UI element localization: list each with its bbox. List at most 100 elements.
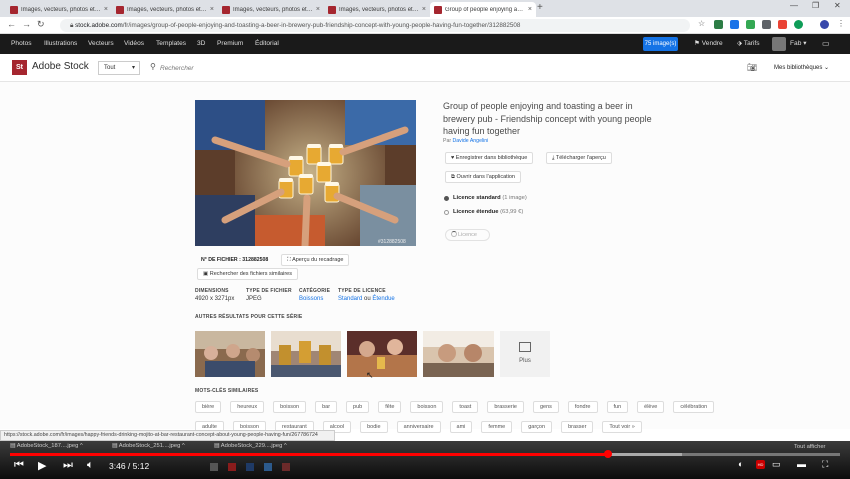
window-close-icon[interactable]: ✕ [834, 1, 841, 10]
volume-icon[interactable]: 🔈︎ [87, 459, 94, 472]
download-item[interactable]: ▤ AdobeStock_251....jpeg ^ [112, 443, 185, 449]
show-all-downloads[interactable]: Tout afficher [794, 444, 825, 450]
close-icon[interactable]: × [528, 6, 532, 13]
see-all-keywords-button[interactable]: Tout voir » [602, 421, 642, 433]
keyword-chip[interactable]: bodie [360, 421, 388, 433]
keyword-chip[interactable]: toast [452, 401, 479, 413]
keyword-chip[interactable]: garçon [521, 421, 553, 433]
license-extended-label[interactable]: Licence étendue (63,99 €) [453, 209, 523, 215]
series-thumbnail[interactable] [423, 331, 494, 377]
user-menu[interactable]: Fab ▾ [790, 34, 807, 54]
sell-link[interactable]: ⚑ Vendre [694, 34, 723, 54]
close-icon[interactable]: × [104, 6, 108, 13]
adobe-stock-logo[interactable]: St [12, 60, 27, 75]
keyword-chip[interactable]: gens [532, 401, 559, 413]
series-thumbnail[interactable] [347, 331, 417, 377]
menu-kebab-icon[interactable]: ⋮ [837, 19, 845, 28]
close-icon[interactable]: × [316, 6, 320, 13]
user-avatar[interactable] [772, 37, 786, 51]
keyword-chip[interactable]: boisson [273, 401, 307, 413]
extension-icon[interactable] [794, 20, 803, 29]
nav-vectors[interactable]: Vecteurs [88, 34, 114, 54]
video-scrubber-handle[interactable] [603, 450, 612, 458]
close-icon[interactable]: × [210, 6, 214, 13]
keyword-chip[interactable]: anniversaire [396, 421, 441, 433]
save-to-library-button[interactable]: ♥ Enregistrer dans bibliothèque [445, 152, 534, 164]
address-bar[interactable]: 🔒︎ stock.adobe.com/fr/images/group-of-pe… [60, 19, 690, 32]
browser-tab[interactable]: Images, vecteurs, photos et vidé...× [112, 2, 218, 17]
back-icon[interactable]: ← [7, 19, 16, 29]
reload-icon[interactable]: ↻ [37, 19, 45, 30]
new-tab-icon[interactable]: + [537, 2, 543, 13]
keyword-chip[interactable]: heureux [230, 401, 265, 413]
subtitles-icon[interactable]: ▭ [772, 459, 781, 470]
browser-tab[interactable]: Images, vecteurs, photos et vidé...× [324, 2, 430, 17]
extension-icon[interactable] [746, 20, 755, 29]
keyword-chip[interactable]: bar [315, 401, 338, 413]
license-extended-link[interactable]: Étendue [372, 296, 394, 302]
forward-icon[interactable]: → [22, 19, 31, 29]
close-icon[interactable]: × [422, 6, 426, 13]
crop-preview-button[interactable]: ⛶ Aperçu du recadrage [281, 254, 350, 266]
extension-icon[interactable] [730, 20, 739, 29]
content-type-select[interactable]: Tout ▾ [98, 61, 140, 75]
bookmark-star-icon[interactable]: ☆ [698, 19, 705, 28]
download-item[interactable]: ▤ AdobeStock_187....jpeg ^ [10, 443, 83, 449]
minimize-icon[interactable]: — [790, 1, 798, 10]
pricing-link[interactable]: ⬗ Tarifs [737, 34, 760, 54]
series-thumbnail[interactable] [195, 331, 265, 377]
download-item[interactable]: ▤ AdobeStock_229....jpeg ^ [214, 443, 287, 449]
cart-icon[interactable]: ▭ [822, 34, 830, 54]
nav-photos[interactable]: Photos [11, 34, 32, 54]
keyword-chip[interactable]: boisson [410, 401, 444, 413]
license-extended-radio[interactable] [444, 210, 449, 215]
extension-icon[interactable] [778, 20, 787, 29]
nav-templates[interactable]: Templates [156, 34, 186, 54]
camera-icon[interactable]: 📷︎ [747, 63, 757, 72]
nav-editorial[interactable]: Éditorial [255, 34, 279, 54]
browser-tab[interactable]: Images, vecteurs, photos et vidé...× [6, 2, 112, 17]
settings-hd-icon[interactable]: HD [756, 460, 765, 469]
license-standard-link[interactable]: Standard [338, 296, 362, 302]
author-link[interactable]: Davide Angelini [453, 138, 489, 144]
download-preview-button[interactable]: ⤓ Télécharger l'aperçu [546, 152, 612, 164]
nav-videos[interactable]: Vidéos [124, 34, 144, 54]
keyword-chip[interactable]: bière [195, 401, 222, 413]
browser-tab-active[interactable]: Group of people enjoying and to...× [430, 2, 536, 17]
images-count-button[interactable]: 75 image(s) [643, 37, 678, 51]
browser-tab[interactable]: Images, vecteurs, photos et vidé...× [218, 2, 324, 17]
keyword-chip[interactable]: femme [481, 421, 513, 433]
find-similar-button[interactable]: ▣ Rechercher des fichiers similaires [197, 268, 298, 280]
keyword-chip[interactable]: fun [606, 401, 629, 413]
previous-icon[interactable]: ⏮ [14, 459, 24, 472]
autoplay-toggle-icon[interactable]: ◐ [738, 459, 743, 469]
profile-avatar[interactable] [820, 20, 829, 29]
fullscreen-icon[interactable]: ⛶ [822, 459, 828, 470]
license-standard-radio[interactable] [444, 196, 449, 201]
keyword-chip[interactable]: pub [346, 401, 370, 413]
keyword-chip[interactable]: célébration [673, 401, 715, 413]
license-standard-label[interactable]: Licence standard (1 image) [453, 195, 527, 201]
keyword-chip[interactable]: fondre [567, 401, 598, 413]
keyword-chip[interactable]: brasserie [487, 401, 524, 413]
series-thumbnail[interactable] [271, 331, 341, 377]
extension-icon[interactable] [714, 20, 723, 29]
open-in-app-button[interactable]: ⧉ Ouvrir dans l'application [445, 171, 521, 183]
next-icon[interactable]: ⏭ [63, 459, 73, 472]
libraries-menu[interactable]: Mes bibliothèques ⌄ [774, 64, 829, 71]
keyword-chip[interactable]: brasser [561, 421, 594, 433]
maximize-icon[interactable]: ❐ [812, 1, 819, 10]
theater-mode-icon[interactable]: ▬ [797, 459, 806, 469]
extension-icon[interactable] [762, 20, 771, 29]
play-icon[interactable]: ▶ [38, 459, 46, 472]
keyword-chip[interactable]: fête [378, 401, 402, 413]
keyword-chip[interactable]: élève [637, 401, 665, 413]
brand-name[interactable]: Adobe Stock [32, 61, 89, 72]
asset-preview-image[interactable] [195, 100, 416, 246]
nav-3d[interactable]: 3D [197, 34, 205, 54]
keyword-chip[interactable]: ami [449, 421, 473, 433]
search-input[interactable] [160, 61, 720, 75]
nav-premium[interactable]: Premium [217, 34, 243, 54]
category-link[interactable]: Boissons [299, 296, 323, 302]
more-series-button[interactable]: Plus [500, 331, 550, 377]
